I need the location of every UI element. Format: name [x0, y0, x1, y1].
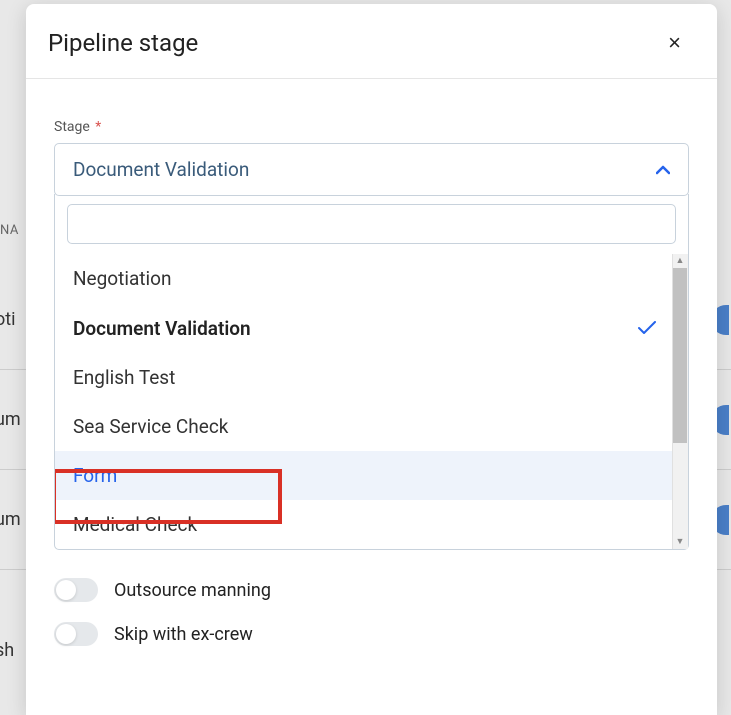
scroll-down-arrow-icon[interactable]: ▼ — [672, 535, 688, 549]
toggle-label: Outsource manning — [114, 580, 271, 601]
option-form[interactable]: Form — [55, 451, 688, 500]
option-english-test[interactable]: English Test — [55, 353, 688, 402]
select-value: Document Validation — [73, 158, 249, 181]
close-icon: × — [668, 30, 681, 55]
chevron-up-icon — [656, 160, 670, 179]
option-negotiation[interactable]: Negotiation — [55, 254, 688, 303]
option-medical-check[interactable]: Medical Check — [55, 500, 688, 549]
scrollbar-thumb[interactable] — [673, 268, 687, 443]
option-sea-service-check[interactable]: Sea Service Check — [55, 402, 688, 451]
option-document-validation[interactable]: Document Validation — [55, 303, 688, 353]
close-button[interactable]: × — [660, 26, 689, 60]
skip-ex-crew-toggle[interactable] — [54, 622, 98, 646]
stage-select[interactable]: Document Validation — [54, 143, 689, 196]
dropdown-search-wrap — [55, 194, 688, 254]
toggle-row-skip-ex-crew: Skip with ex-crew — [54, 612, 689, 656]
modal-title: Pipeline stage — [48, 29, 198, 57]
stage-field-label: Stage * — [54, 119, 689, 135]
pipeline-stage-modal: Pipeline stage × Stage * Document Valida… — [26, 4, 717, 715]
toggle-section: Outsource manning Skip with ex-crew — [54, 550, 689, 656]
toggle-row-outsource-manning: Outsource manning — [54, 568, 689, 612]
modal-header: Pipeline stage × — [26, 4, 717, 79]
required-indicator: * — [95, 119, 101, 135]
checkmark-icon — [638, 316, 670, 340]
scrollbar-track[interactable]: ▲ ▼ — [672, 254, 688, 549]
scroll-up-arrow-icon[interactable]: ▲ — [672, 254, 688, 268]
toggle-label: Skip with ex-crew — [114, 624, 253, 645]
modal-body: Stage * Document Validation Negotiation … — [26, 79, 717, 676]
bg-column-header: NA — [0, 223, 19, 238]
options-list: Negotiation Document Validation English … — [55, 254, 688, 549]
dropdown-search-input[interactable] — [67, 204, 676, 244]
stage-dropdown-panel: Negotiation Document Validation English … — [54, 194, 689, 550]
outsource-manning-toggle[interactable] — [54, 578, 98, 602]
